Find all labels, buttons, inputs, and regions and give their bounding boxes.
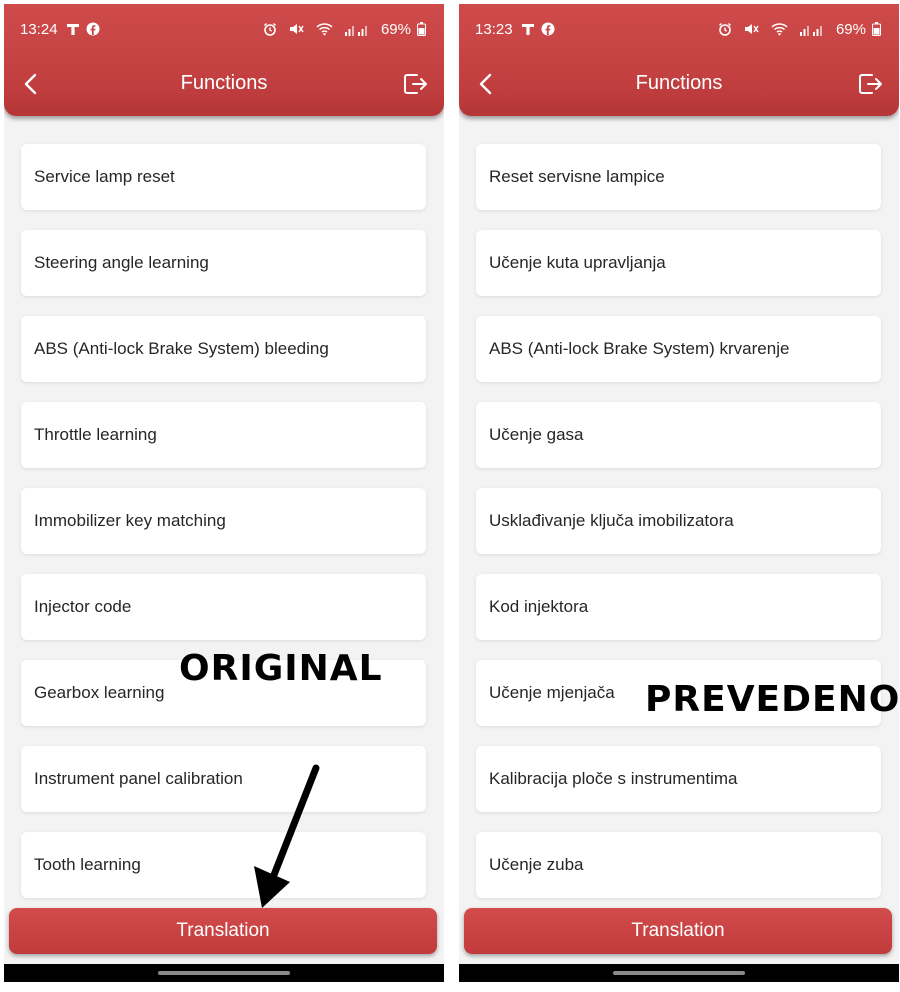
wifi-icon (771, 22, 788, 36)
battery-percent: 69% (380, 20, 411, 38)
status-time: 13:23 (475, 20, 513, 38)
list-item[interactable]: Injector code (21, 574, 426, 640)
list-item[interactable]: Kod injektora (476, 574, 881, 640)
exit-button[interactable] (402, 70, 430, 98)
signal-icon (344, 22, 369, 36)
alarm-icon (263, 22, 277, 36)
list-item[interactable]: Throttle learning (21, 402, 426, 468)
back-button[interactable] (18, 72, 42, 96)
app-header: 13:23 69% Functions (459, 4, 899, 116)
phone-screen-translated: 13:23 69% Functions Reset servisne lampi… (459, 4, 899, 982)
list-item[interactable]: Učenje kuta upravljanja (476, 230, 881, 296)
list-item[interactable]: Reset servisne lampice (476, 144, 881, 210)
status-bar: 13:23 69% (475, 18, 887, 40)
list-item[interactable]: Kalibracija ploče s instrumentima (476, 746, 881, 812)
list-item[interactable]: ABS (Anti-lock Brake System) krvarenje (476, 316, 881, 382)
list-item[interactable]: Service lamp reset (21, 144, 426, 210)
list-item[interactable]: Steering angle learning (21, 230, 426, 296)
chevron-left-icon (24, 73, 37, 95)
title-row: Functions (459, 64, 899, 102)
battery-percent: 69% (835, 20, 866, 38)
facebook-icon (541, 22, 555, 36)
mute-icon (289, 22, 304, 36)
wifi-icon (316, 22, 333, 36)
list-item[interactable]: Učenje gasa (476, 402, 881, 468)
battery-icon (417, 22, 426, 36)
app-header: 13:24 69% Functions (4, 4, 444, 116)
list-item[interactable]: Instrument panel calibration (21, 746, 426, 812)
arrow-down-icon (254, 764, 320, 908)
status-bar: 13:24 69% (20, 18, 432, 40)
t-mobile-icon (66, 22, 80, 36)
translation-button[interactable]: Translation (464, 908, 892, 954)
facebook-icon (86, 22, 100, 36)
translation-button[interactable]: Translation (9, 908, 437, 954)
navigation-bar (459, 964, 899, 982)
list-item[interactable]: ABS (Anti-lock Brake System) bleeding (21, 316, 426, 382)
logout-icon (859, 74, 882, 94)
page-title: Functions (635, 71, 723, 94)
annotation-original: ORIGINAL (179, 648, 383, 689)
home-handle[interactable] (613, 971, 745, 975)
list-item[interactable]: Učenje zuba (476, 832, 881, 898)
title-row: Functions (4, 64, 444, 102)
page-title: Functions (180, 71, 268, 94)
status-time: 13:24 (20, 20, 58, 38)
list-item[interactable]: Tooth learning (21, 832, 426, 898)
annotation-prevedeno: PREVEDENO (645, 679, 900, 720)
navigation-bar (4, 964, 444, 982)
t-mobile-icon (521, 22, 535, 36)
logout-icon (404, 74, 427, 94)
back-button[interactable] (473, 72, 497, 96)
signal-icon (799, 22, 824, 36)
phone-screen-original: 13:24 69% Functions Service lamp reset S… (4, 4, 444, 982)
battery-icon (872, 22, 881, 36)
list-item[interactable]: Immobilizer key matching (21, 488, 426, 554)
list-item[interactable]: Usklađivanje ključa imobilizatora (476, 488, 881, 554)
chevron-left-icon (479, 73, 492, 95)
exit-button[interactable] (857, 70, 885, 98)
home-handle[interactable] (158, 971, 290, 975)
alarm-icon (718, 22, 732, 36)
mute-icon (744, 22, 759, 36)
